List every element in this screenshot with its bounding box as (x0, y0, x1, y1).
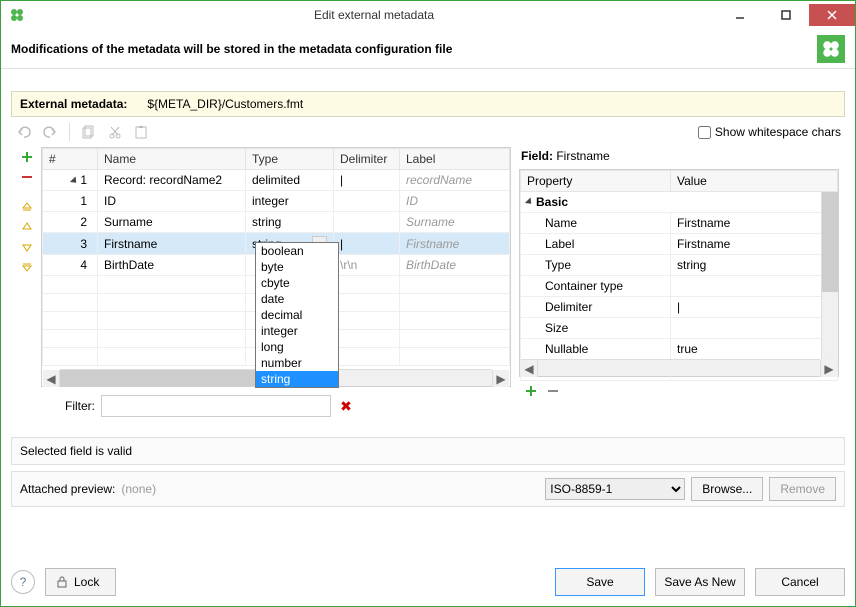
property-row[interactable]: Size (521, 318, 838, 339)
filter-label: Filter: (65, 399, 95, 413)
fields-panel: # Name Type Delimiter Label 1Record: rec… (17, 147, 511, 417)
properties-vscroll[interactable] (821, 192, 838, 359)
filter-input[interactable] (101, 395, 331, 417)
remove-button[interactable]: Remove (769, 477, 836, 501)
col-name[interactable]: Name (98, 149, 246, 170)
add-field-icon[interactable] (19, 149, 35, 165)
filter-clear-icon[interactable]: ✖ (337, 398, 355, 415)
scroll-right-icon[interactable]: ▶ (492, 370, 509, 387)
type-dropdown[interactable]: booleanbytecbytedatedecimalintegerlongnu… (255, 242, 339, 388)
type-option[interactable]: byte (256, 259, 338, 275)
titlebar: Edit external metadata (1, 1, 855, 29)
remove-property-icon[interactable] (545, 383, 561, 399)
vscroll-thumb[interactable] (822, 192, 838, 292)
close-button[interactable] (809, 4, 855, 26)
properties-table[interactable]: Property Value BasicNameFirstnameLabelFi… (520, 170, 838, 381)
field-side-actions (17, 147, 37, 417)
save-button[interactable]: Save (555, 568, 645, 596)
filter-row: Filter: ✖ (41, 387, 511, 417)
app-icon (9, 7, 25, 23)
notice-text: Modifications of the metadata will be st… (11, 42, 817, 56)
properties-panel: Field: Firstname Property Value BasicNam… (519, 147, 839, 417)
col-value[interactable]: Value (671, 171, 838, 192)
cancel-button[interactable]: Cancel (755, 568, 845, 596)
external-metadata-label: External metadata: (20, 97, 127, 111)
table-row[interactable]: 1Record: recordName2delimited|recordName (43, 170, 510, 191)
preview-label: Attached preview: (20, 482, 115, 496)
properties-grid: Property Value BasicNameFirstnameLabelFi… (519, 169, 839, 377)
property-row[interactable]: LabelFirstname (521, 234, 838, 255)
property-row[interactable]: Nullabletrue (521, 339, 838, 360)
edit-toolbar: Show whitespace chars (11, 117, 845, 147)
type-option[interactable]: number (256, 355, 338, 371)
copy-icon[interactable] (80, 123, 98, 141)
window-title: Edit external metadata (31, 8, 717, 22)
show-whitespace-checkbox[interactable]: Show whitespace chars (698, 125, 841, 139)
help-button[interactable]: ? (11, 570, 35, 594)
property-row[interactable]: NameFirstname (521, 213, 838, 234)
main-panels: # Name Type Delimiter Label 1Record: rec… (11, 147, 845, 417)
preview-value: (none) (121, 482, 156, 496)
col-num[interactable]: # (43, 149, 98, 170)
properties-title: Field: Firstname (519, 147, 839, 169)
scroll-right-icon[interactable]: ▶ (820, 360, 837, 377)
move-top-icon[interactable] (19, 199, 35, 215)
move-up-icon[interactable] (19, 219, 35, 235)
show-whitespace-input[interactable] (698, 126, 711, 139)
lock-icon (56, 576, 68, 588)
properties-hscroll[interactable]: ◀ ▶ (521, 359, 820, 376)
type-option[interactable]: integer (256, 323, 338, 339)
maximize-button[interactable] (763, 4, 809, 26)
col-label[interactable]: Label (400, 149, 510, 170)
table-row[interactable]: 2SurnamestringSurname (43, 212, 510, 233)
table-row[interactable]: 1IDintegerID (43, 191, 510, 212)
content-area: External metadata: ${META_DIR}/Customers… (1, 69, 855, 427)
move-bottom-icon[interactable] (19, 259, 35, 275)
type-option[interactable]: long (256, 339, 338, 355)
minimize-button[interactable] (717, 4, 763, 26)
property-row[interactable]: Container type (521, 276, 838, 297)
window-controls (717, 4, 855, 26)
undo-icon[interactable] (15, 123, 33, 141)
property-row[interactable]: Delimiter| (521, 297, 838, 318)
app-logo-icon (817, 35, 845, 63)
scroll-left-icon[interactable]: ◀ (521, 360, 538, 377)
bottom-bar: ? Lock Save Save As New Cancel (11, 568, 845, 596)
col-type[interactable]: Type (246, 149, 334, 170)
move-down-icon[interactable] (19, 239, 35, 255)
lock-label: Lock (74, 575, 99, 589)
status-bar: Selected field is valid (11, 437, 845, 465)
show-whitespace-label: Show whitespace chars (715, 125, 841, 139)
lock-button[interactable]: Lock (45, 568, 116, 596)
col-delimiter[interactable]: Delimiter (334, 149, 400, 170)
add-property-icon[interactable] (523, 383, 539, 399)
preview-bar: Attached preview: (none) ISO-8859-1 Brow… (11, 471, 845, 507)
col-property[interactable]: Property (521, 171, 671, 192)
type-option[interactable]: date (256, 291, 338, 307)
external-metadata-value: ${META_DIR}/Customers.fmt (147, 97, 303, 111)
redo-icon[interactable] (41, 123, 59, 141)
type-option[interactable]: cbyte (256, 275, 338, 291)
type-option[interactable]: decimal (256, 307, 338, 323)
browse-button[interactable]: Browse... (691, 477, 763, 501)
scroll-left-icon[interactable]: ◀ (43, 370, 60, 387)
fields-grid: # Name Type Delimiter Label 1Record: rec… (41, 147, 511, 387)
property-row[interactable]: Typestring (521, 255, 838, 276)
toolbar-separator (69, 123, 70, 141)
property-group[interactable]: Basic (521, 192, 838, 213)
type-option[interactable]: boolean (256, 243, 338, 259)
paste-icon[interactable] (132, 123, 150, 141)
notice-bar: Modifications of the metadata will be st… (1, 29, 855, 69)
external-metadata-bar: External metadata: ${META_DIR}/Customers… (11, 91, 845, 117)
status-text: Selected field is valid (20, 444, 132, 458)
remove-field-icon[interactable] (19, 169, 35, 185)
type-option[interactable]: string (256, 371, 338, 387)
encoding-select[interactable]: ISO-8859-1 (545, 478, 685, 500)
save-as-new-button[interactable]: Save As New (655, 568, 745, 596)
cut-icon[interactable] (106, 123, 124, 141)
